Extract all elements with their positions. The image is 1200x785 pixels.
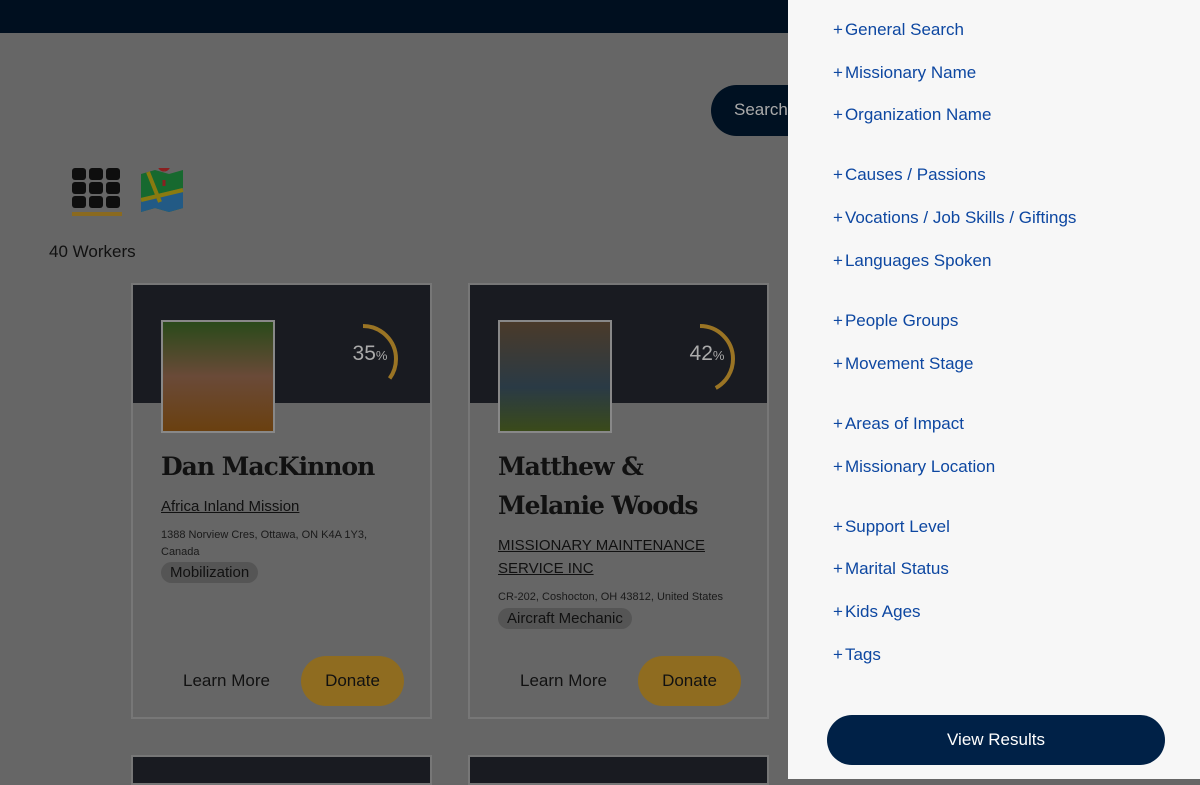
filter-label: Vocations / Job Skills / Giftings: [844, 208, 1077, 227]
filter-label: Tags: [844, 645, 881, 664]
worker-tag: Aircraft Mechanic: [498, 608, 632, 629]
filter-label: Organization Name: [844, 105, 992, 124]
filter-label: Missionary Location: [844, 457, 996, 476]
plus-icon: +: [833, 251, 843, 270]
donate-button[interactable]: Donate: [638, 656, 741, 706]
worker-card: [131, 755, 432, 785]
worker-address: CR-202, Coshocton, OH 43812, United Stat…: [498, 591, 724, 603]
plus-icon: +: [833, 559, 843, 578]
filter-label: Movement Stage: [844, 354, 974, 373]
plus-icon: +: [833, 208, 843, 227]
filter-label: People Groups: [844, 311, 959, 330]
worker-photo[interactable]: [161, 320, 275, 433]
organization-link[interactable]: Africa Inland Mission: [161, 495, 299, 518]
filter-toggle-languages-spoken[interactable]: + Languages Spoken: [833, 251, 991, 271]
map-view-icon[interactable]: [140, 158, 184, 219]
filter-toggle-tags[interactable]: + Tags: [833, 645, 881, 665]
organization-link[interactable]: MISSIONARY MAINTENANCE SERVICE INC: [498, 534, 738, 580]
worker-tag: Mobilization: [161, 562, 259, 583]
filter-label: General Search: [844, 20, 965, 39]
view-results-button[interactable]: View Results: [827, 715, 1165, 765]
dimmed-page[interactable]: { "header":{"search_label":"Search"}, "v…: [0, 0, 1200, 785]
learn-more-link[interactable]: Learn More: [183, 671, 270, 691]
plus-icon: +: [833, 354, 843, 373]
filter-panel: View Results + General Search + Missionary …: [788, 0, 1200, 779]
filter-toggle-marital-status[interactable]: + Marital Status: [833, 559, 949, 579]
plus-icon: +: [833, 602, 843, 621]
worker-name: Dan MacKinnon: [161, 452, 375, 481]
worker-address: 1388 Norview Cres, Ottawa, ON K4A 1Y3, C…: [161, 529, 368, 558]
worker-photo[interactable]: [498, 320, 612, 433]
filter-label: Missionary Name: [844, 63, 977, 82]
filter-label: Marital Status: [844, 559, 949, 578]
plus-icon: +: [833, 20, 843, 39]
learn-more-link[interactable]: Learn More: [520, 671, 607, 691]
filter-toggle-support-level[interactable]: + Support Level: [833, 517, 950, 537]
worker-name: Matthew & Melanie Woods: [498, 452, 699, 520]
plus-icon: +: [833, 414, 843, 433]
plus-icon: +: [833, 457, 843, 476]
grid-view-icon[interactable]: [72, 168, 122, 208]
plus-icon: +: [833, 311, 843, 330]
worker-card: 35% Dan MacKinnon Africa Inland Mission …: [131, 283, 432, 719]
donate-button[interactable]: Donate: [301, 656, 404, 706]
plus-icon: +: [833, 63, 843, 82]
filter-toggle-missionary-name[interactable]: + Missionary Name: [833, 63, 976, 83]
worker-card: [468, 755, 769, 785]
filter-label: Kids Ages: [844, 602, 921, 621]
worker-card: 42% Matthew & Melanie Woods MISSIONARY M…: [468, 283, 769, 719]
plus-icon: +: [833, 165, 843, 184]
filter-toggle-vocations-job-skills-giftings[interactable]: + Vocations / Job Skills / Giftings: [833, 208, 1076, 228]
filter-toggle-causes-passions[interactable]: + Causes / Passions: [833, 165, 986, 185]
filter-toggle-general-search[interactable]: + General Search: [833, 20, 964, 40]
filter-label: Languages Spoken: [844, 251, 992, 270]
filter-toggle-areas-of-impact[interactable]: + Areas of Impact: [833, 414, 964, 434]
results-count: 40 Workers: [49, 242, 136, 261]
plus-icon: +: [833, 105, 843, 124]
active-view-indicator: [72, 212, 122, 216]
filter-toggle-missionary-location[interactable]: + Missionary Location: [833, 457, 995, 477]
support-percent: 35%: [352, 342, 388, 365]
filter-label: Areas of Impact: [844, 414, 964, 433]
filter-toggle-people-groups[interactable]: + People Groups: [833, 311, 958, 331]
filter-label: Causes / Passions: [844, 165, 986, 184]
plus-icon: +: [833, 645, 843, 664]
filter-toggle-kids-ages[interactable]: + Kids Ages: [833, 602, 921, 622]
filter-toggle-movement-stage[interactable]: + Movement Stage: [833, 354, 973, 374]
support-percent: 42%: [689, 342, 725, 365]
plus-icon: +: [833, 517, 843, 536]
filter-label: Support Level: [844, 517, 950, 536]
filter-toggle-organization-name[interactable]: + Organization Name: [833, 105, 991, 125]
